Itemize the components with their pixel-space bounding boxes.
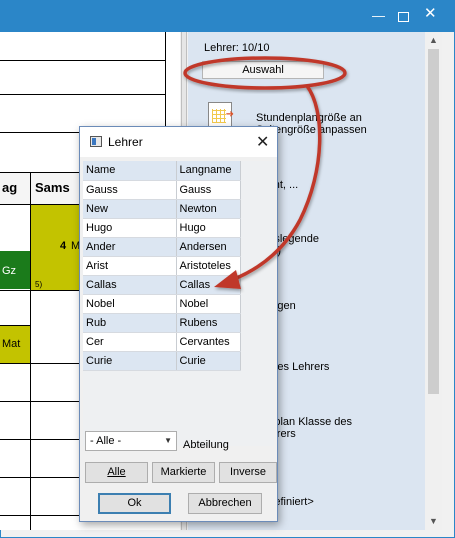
teacher-table-container[interactable]: Name Langname Gauss Gauss New Newton Hugo Hug…	[83, 161, 274, 446]
department-label: Abteilung	[183, 439, 229, 451]
grid-line	[165, 32, 166, 132]
lehrer-dialog: Lehrer ✕ Name Langname Gauss Gauss New Newt…	[79, 126, 278, 522]
teacher-short-name[interactable]: New	[83, 199, 177, 219]
table-row[interactable]: Ander Andersen	[83, 237, 241, 257]
teacher-long-name[interactable]: Newton	[176, 199, 241, 219]
window-titlebar: — ✕	[0, 0, 455, 32]
select-all-button[interactable]: Alle	[85, 462, 148, 483]
department-dropdown[interactable]: - Alle - ▼	[85, 431, 177, 451]
table-row[interactable]: Callas Callas	[83, 275, 241, 295]
table-row[interactable]: Rub Rubens	[83, 313, 241, 333]
day-header: ag	[0, 172, 30, 204]
dialog-close-icon[interactable]: ✕	[256, 132, 269, 152]
lesson-yellow-text: Mat	[2, 338, 21, 350]
teacher-short-name[interactable]: Cer	[83, 332, 177, 352]
scroll-thumb[interactable]	[428, 49, 439, 394]
teacher-long-name[interactable]: Andersen	[176, 237, 241, 257]
lesson-green-text: Gz	[2, 265, 17, 277]
grid-line	[0, 325, 30, 326]
grid-line	[0, 60, 165, 61]
grid-line	[0, 477, 80, 478]
ok-button[interactable]: Ok	[98, 493, 171, 514]
scroll-down-arrow-icon[interactable]: ▼	[425, 513, 442, 530]
cancel-button[interactable]: Abbrechen	[188, 493, 262, 514]
scroll-up-arrow-icon[interactable]: ▲	[425, 32, 442, 49]
table-header-row: Name Langname	[83, 161, 241, 181]
department-dropdown-value: - Alle -	[90, 435, 122, 447]
teacher-long-name[interactable]: Nobel	[176, 294, 241, 314]
column-header-langname[interactable]: Langname	[176, 161, 241, 181]
invert-selection-button[interactable]: Inverse	[219, 462, 277, 483]
grid-line	[0, 172, 80, 173]
grid-line	[0, 94, 165, 95]
table-row[interactable]: New Newton	[83, 199, 241, 219]
teacher-short-name[interactable]: Ander	[83, 237, 177, 257]
grid-line	[0, 439, 80, 440]
table-row[interactable]: Cer Cervantes	[83, 332, 241, 352]
grid-line	[0, 290, 80, 291]
table-row[interactable]: Hugo Hugo	[83, 218, 241, 238]
lesson-period: 4	[60, 240, 67, 252]
chevron-down-icon: ▼	[164, 436, 172, 445]
teacher-long-name[interactable]: Curie	[176, 351, 241, 371]
select-marked-button[interactable]: Markierte	[152, 462, 215, 483]
teacher-long-name[interactable]: Aristoteles	[176, 256, 241, 276]
teacher-short-name[interactable]: Nobel	[83, 294, 177, 314]
teacher-short-name[interactable]: Hugo	[83, 218, 177, 238]
column-header-name[interactable]: Name	[83, 161, 177, 181]
auswahl-button[interactable]: Auswahl	[202, 61, 324, 79]
day-header: Sams	[31, 172, 80, 204]
table-row[interactable]: Nobel Nobel	[83, 294, 241, 314]
close-window-button[interactable]: ✕	[424, 6, 437, 22]
table-row[interactable]: Arist Aristoteles	[83, 256, 241, 276]
teacher-count: Lehrer: 10/10	[204, 42, 270, 54]
teacher-short-name[interactable]: Arist	[83, 256, 177, 276]
teacher-table: Name Langname Gauss Gauss New Newton Hugo Hug…	[83, 161, 241, 371]
grid-line	[0, 401, 80, 402]
teacher-short-name[interactable]: Gauss	[83, 180, 177, 200]
dialog-title: Lehrer	[108, 135, 143, 149]
teacher-long-name[interactable]: Hugo	[176, 218, 241, 238]
maximize-button[interactable]	[398, 12, 409, 22]
teacher-short-name[interactable]: Callas	[83, 275, 177, 295]
table-row[interactable]: Gauss Gauss	[83, 180, 241, 200]
table-row[interactable]: Curie Curie	[83, 351, 241, 371]
grid-line	[0, 515, 80, 516]
panel-scrollbar[interactable]: ▲ ▼	[425, 32, 442, 530]
teacher-long-name[interactable]: Cervantes	[176, 332, 241, 352]
teacher-long-name[interactable]: Rubens	[176, 313, 241, 333]
teacher-long-name[interactable]: Gauss	[176, 180, 241, 200]
lesson-footnote: 5)	[35, 280, 43, 289]
dialog-titlebar: Lehrer ✕	[80, 127, 277, 157]
teacher-short-name[interactable]: Curie	[83, 351, 177, 371]
teacher-short-name[interactable]: Rub	[83, 313, 177, 333]
minimize-button[interactable]: —	[372, 8, 385, 24]
grid-line	[0, 363, 80, 364]
dialog-window-icon	[90, 136, 102, 147]
teacher-long-name[interactable]: Callas	[176, 275, 241, 295]
